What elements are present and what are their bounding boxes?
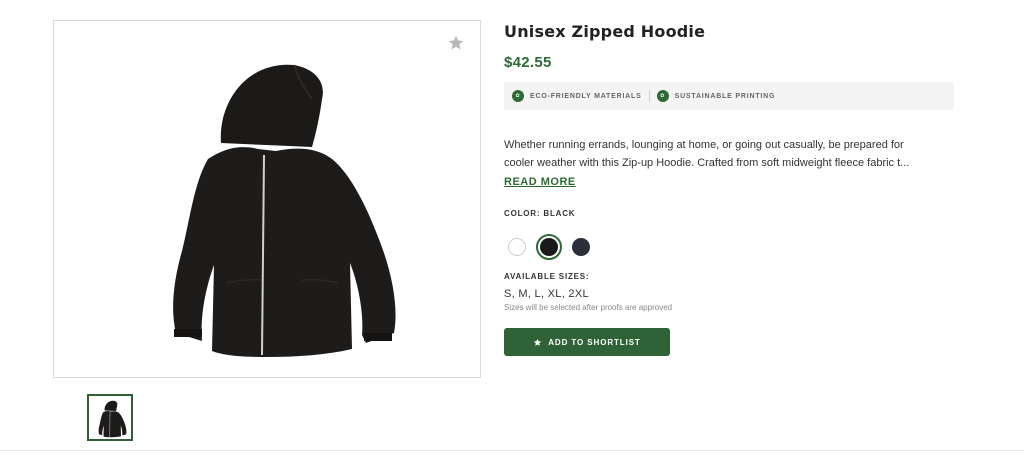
page-divider bbox=[0, 450, 1024, 451]
thumbnail-image bbox=[98, 400, 127, 437]
color-swatches bbox=[504, 234, 954, 260]
product-thumbnail[interactable] bbox=[87, 394, 133, 441]
description-line: cooler weather with this Zip-up Hoodie. … bbox=[504, 157, 910, 169]
swatch-black-dot bbox=[540, 238, 558, 256]
product-details: Unisex Zipped Hoodie $42.55 ✿ ECO-FRIEND… bbox=[504, 22, 954, 356]
product-title: Unisex Zipped Hoodie bbox=[504, 22, 706, 41]
eco-leaf-icon: ✿ bbox=[512, 90, 524, 102]
product-price: $42.55 bbox=[504, 54, 552, 71]
sustainable-leaf-icon: ✿ bbox=[656, 90, 669, 102]
badge-divider bbox=[648, 90, 650, 102]
sustainable-printing-label: SUSTAINABLE PRINTING bbox=[674, 92, 776, 100]
product-image-frame bbox=[53, 20, 481, 378]
color-swatch-navy[interactable] bbox=[568, 234, 594, 260]
swatch-white-dot bbox=[508, 238, 526, 256]
sustainable-printing-badge: ✿ SUSTAINABLE PRINTING bbox=[656, 90, 776, 102]
eco-friendly-label: ECO-FRIENDLY MATERIALS bbox=[530, 92, 642, 100]
sizes-label: AVAILABLE SIZES: bbox=[504, 272, 590, 281]
sizes-value: S, M, L, XL, 2XL bbox=[504, 288, 589, 300]
description-line: Whether running errands, lounging at hom… bbox=[504, 139, 904, 151]
shortlist-button-label: ADD TO SHORTLIST bbox=[548, 337, 641, 347]
sizes-note: Sizes will be selected after proofs are … bbox=[504, 303, 673, 312]
color-swatch-white[interactable] bbox=[504, 234, 530, 260]
color-label: COLOR: BLACK bbox=[504, 209, 576, 218]
read-more-link[interactable]: READ MORE bbox=[504, 176, 576, 188]
star-icon bbox=[534, 338, 542, 346]
add-to-shortlist-button[interactable]: ADD TO SHORTLIST bbox=[504, 328, 670, 356]
product-image bbox=[173, 64, 396, 357]
star-icon bbox=[448, 35, 464, 50]
swatch-navy-dot bbox=[572, 238, 590, 256]
sustainability-badges: ✿ ECO-FRIENDLY MATERIALS ✿ SUSTAINABLE P… bbox=[504, 82, 954, 110]
favorite-star-button[interactable] bbox=[446, 33, 466, 53]
eco-friendly-badge: ✿ ECO-FRIENDLY MATERIALS bbox=[512, 90, 642, 102]
color-swatch-black[interactable] bbox=[536, 234, 562, 260]
product-description: Whether running errands, lounging at hom… bbox=[504, 136, 954, 172]
